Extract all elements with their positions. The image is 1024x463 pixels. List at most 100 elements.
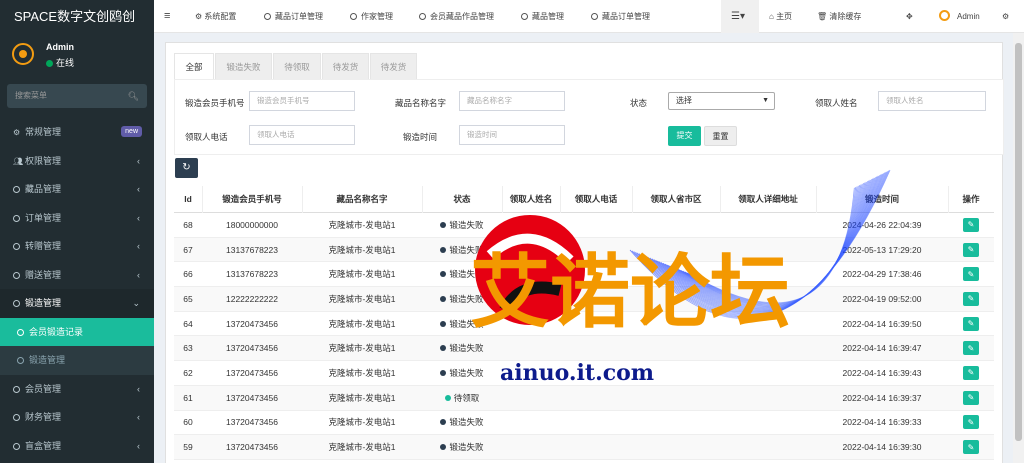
receiver-phone-input[interactable]: 领取人电话 xyxy=(249,125,355,145)
edit-icon[interactable]: ✎ xyxy=(963,390,979,405)
table-row[interactable]: 64 13720473456 克隆城市-发电站1 锻造失败 2022-04-14 16:… xyxy=(174,312,994,337)
actions-cell: ✎ xyxy=(948,262,994,286)
refresh-icon: ↻ xyxy=(182,162,191,173)
circle-icon xyxy=(13,414,20,421)
user-name: Admin xyxy=(46,42,74,52)
table-row[interactable]: 65 12222222222 克隆城市-发电站1 锻造失败 2022-04-19 09:… xyxy=(174,287,994,312)
search-icon[interactable]: 🔍︎ xyxy=(128,84,139,108)
edit-icon[interactable]: ✎ xyxy=(963,316,979,331)
user-status: 在线 xyxy=(46,56,74,69)
admin-menu[interactable]: Admin xyxy=(939,0,980,33)
topnav-item-collection-orders[interactable]: 藏品订单管理 xyxy=(264,0,323,33)
table-row[interactable]: 60 13720473456 克隆城市-发电站1 锻造失败 2022-04-14 16:… xyxy=(174,411,994,436)
tab-pending-ship-2[interactable]: 待发货 xyxy=(370,53,417,79)
clear-cache-button[interactable]: 🗑︎ 清除缓存 xyxy=(817,0,861,33)
sidebar-item-3[interactable]: 订单管理 ‹ xyxy=(0,204,154,233)
sidebar-item-label: 藏品管理 xyxy=(25,184,62,194)
edit-icon[interactable]: ✎ xyxy=(963,341,979,356)
table-row[interactable]: 67 13137678223 克隆城市-发电站1 锻造失败 2022-05-13 17:… xyxy=(174,237,994,263)
sidebar-item-2[interactable]: 藏品管理 ‹ xyxy=(0,175,154,204)
reset-button[interactable]: 重置 xyxy=(704,126,737,146)
table-row[interactable]: 61 13720473456 克隆城市-发电站1 待领取 2022-04-14 16:3… xyxy=(174,385,994,411)
sidebar-item-6[interactable]: 锻造管理 ⌄ xyxy=(0,289,154,318)
cell-empty xyxy=(502,213,560,237)
sidebar-item-10[interactable]: 财务管理 ‹ xyxy=(0,403,154,432)
cell-name: 克隆城市-发电站1 xyxy=(328,244,396,255)
time-input[interactable]: 锻造时间 xyxy=(459,125,565,145)
sidebar-item-7[interactable]: 会员锻造记录 xyxy=(0,317,154,346)
brand-title[interactable]: SPACE数字文创鸥创 xyxy=(0,0,154,33)
menu-toggle-icon[interactable]: ≡ xyxy=(164,0,170,33)
sidebar-item-label: 转赠管理 xyxy=(25,241,62,251)
sidebar-item-9[interactable]: 会员管理 ‹ xyxy=(0,375,154,404)
edit-icon[interactable]: ✎ xyxy=(963,365,979,380)
topnav-item-author[interactable]: 作家管理 xyxy=(350,0,393,33)
topnav-item-system-config[interactable]: ⚙ 系统配置 xyxy=(195,0,236,33)
settings-gears-icon[interactable]: ⚙ xyxy=(1002,0,1009,33)
column-header[interactable]: 领取人省市区 xyxy=(632,186,720,212)
cell-name: 克隆城市-发电站1 xyxy=(328,343,396,354)
column-header[interactable]: 领取人电话 xyxy=(560,186,632,212)
sidebar-item-0[interactable]: ⚙ 常规管理 new xyxy=(0,118,154,147)
tab-pending-ship[interactable]: 待发货 xyxy=(322,53,369,79)
column-header[interactable]: 锻造时间 xyxy=(816,186,948,212)
edit-icon[interactable]: ✎ xyxy=(963,242,979,257)
cell-empty xyxy=(720,411,816,435)
topnav-item-collection-orders-2[interactable]: 藏品订单管理 xyxy=(591,0,650,33)
circle-icon xyxy=(264,13,271,20)
tab-pending-claim[interactable]: 待领取 xyxy=(273,53,321,79)
home-link[interactable]: ⌂ 主页 xyxy=(769,0,792,33)
page-scrollbar[interactable] xyxy=(1013,33,1024,463)
sidebar-search-input[interactable]: 搜索菜单 🔍︎ xyxy=(7,84,147,108)
list-dropdown-icon[interactable]: ☰▾ xyxy=(731,0,745,33)
tab-all[interactable]: 全部 xyxy=(174,53,214,79)
status-select[interactable]: 选择 ▼ xyxy=(668,92,775,110)
topnav-item-member-collections[interactable]: 会员藏品作品管理 xyxy=(419,0,494,33)
table-row[interactable]: 59 13720473456 克隆城市-发电站1 锻造失败 2022-04-14 16:… xyxy=(174,435,994,460)
sidebar-item-5[interactable]: 赠送管理 ‹ xyxy=(0,261,154,290)
table-row[interactable]: 66 13137678223 克隆城市-发电站1 锻造失败 2022-04-29 17:… xyxy=(174,262,994,288)
cell-id: 64 xyxy=(183,318,193,329)
new-badge: new xyxy=(121,126,142,137)
status-text: 锻造失败 xyxy=(449,343,484,354)
status-dot-icon xyxy=(440,271,447,278)
edit-icon[interactable]: ✎ xyxy=(963,267,979,282)
submit-button[interactable]: 提交 xyxy=(668,126,701,146)
sidebar-item-label: 盲盒管理 xyxy=(25,440,62,451)
tab-failed[interactable]: 锻造失败 xyxy=(215,53,272,79)
status-dot-icon xyxy=(440,419,447,426)
receiver-name-label: 领取人姓名 xyxy=(815,98,858,108)
column-header[interactable]: 锻造会员手机号 xyxy=(202,186,302,212)
scrollbar-thumb[interactable] xyxy=(1015,43,1022,441)
column-header[interactable]: 领取人详细地址 xyxy=(720,186,816,212)
edit-icon[interactable]: ✎ xyxy=(963,217,979,232)
edit-icon[interactable]: ✎ xyxy=(963,291,979,306)
topnav-item-collections[interactable]: 藏品管理 xyxy=(521,0,564,33)
sidebar-item-4[interactable]: 转赠管理 ‹ xyxy=(0,232,154,261)
edit-icon[interactable]: ✎ xyxy=(963,440,979,455)
column-header[interactable]: Id xyxy=(174,186,202,212)
column-header[interactable]: 领取人姓名 xyxy=(502,186,560,212)
sidebar-item-1[interactable]: 👥︎ 权限管理 ‹ xyxy=(0,147,154,176)
column-header[interactable]: 藏品名称名字 xyxy=(302,186,422,212)
column-header[interactable]: 状态 xyxy=(422,186,502,212)
topnav-label: 会员藏品作品管理 xyxy=(430,12,494,21)
phone-input[interactable]: 锻造会员手机号 xyxy=(249,91,355,111)
chevron-icon: ⌄ xyxy=(132,298,140,308)
table-row[interactable]: 63 13720473456 克隆城市-发电站1 锻造失败 2022-04-14 16:… xyxy=(174,336,994,362)
sidebar-item-11[interactable]: 盲盒管理 ‹ xyxy=(0,432,154,461)
refresh-button[interactable]: ↻ xyxy=(175,158,198,178)
cell-time: 2022-04-19 09:52:00 xyxy=(842,293,922,304)
actions-cell: ✎ xyxy=(948,361,994,385)
receiver-name-input[interactable]: 领取人姓名 xyxy=(878,91,986,111)
cell-empty xyxy=(502,361,560,385)
fullscreen-icon[interactable]: ✥ xyxy=(906,0,913,33)
collection-input[interactable]: 藏品名称名字 xyxy=(459,91,565,111)
sidebar-item-8[interactable]: 锻造管理 xyxy=(0,346,154,375)
table-row[interactable]: 68 18000000000 克隆城市-发电站1 锻造失败 2024-04-26 22:… xyxy=(174,213,994,238)
edit-icon[interactable]: ✎ xyxy=(963,415,979,430)
cell-id: 62 xyxy=(183,367,193,378)
column-header[interactable]: 操作 xyxy=(948,186,994,212)
gear-icon: ⚙ xyxy=(195,12,205,21)
table-row[interactable]: 62 13720473456 克隆城市-发电站1 锻造失败 2022-04-14 16:… xyxy=(174,361,994,386)
